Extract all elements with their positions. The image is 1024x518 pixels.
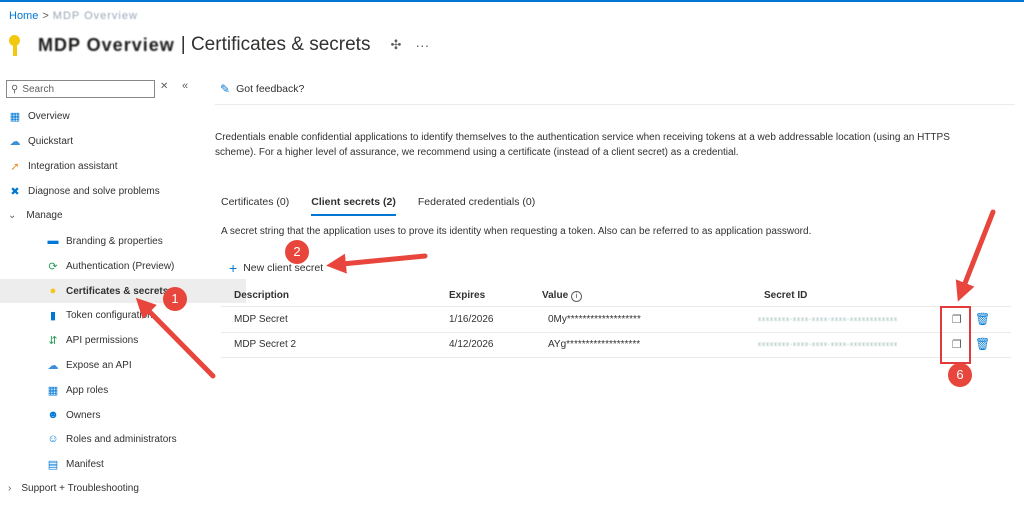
arrow-to-copy <box>955 209 996 302</box>
annotation-badge-1: 1 <box>163 287 187 311</box>
arrow-to-certificates <box>135 297 216 379</box>
arrow-to-new-secret <box>326 253 428 274</box>
annotation-badge-6: 6 <box>948 363 972 387</box>
annotation-badge-2: 2 <box>285 240 309 264</box>
annotation-arrows <box>135 209 996 379</box>
